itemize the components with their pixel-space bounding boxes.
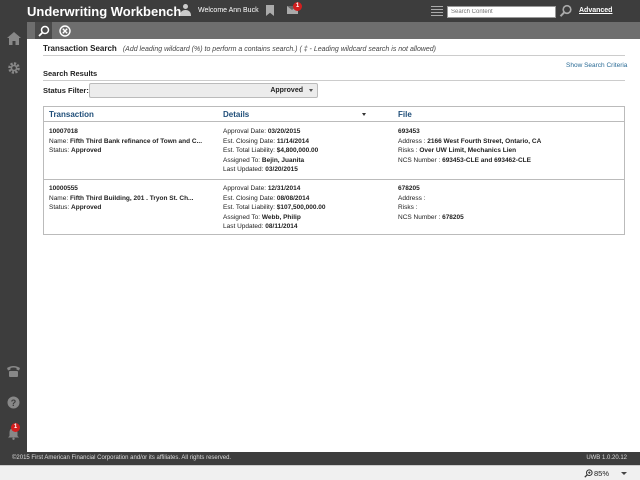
- home-icon[interactable]: [0, 24, 27, 52]
- transaction-id[interactable]: 10000555: [49, 184, 193, 194]
- close-circle-icon[interactable]: [56, 22, 73, 39]
- table-row[interactable]: 10007018 Name: Fifth Third Bank refinanc…: [44, 123, 624, 179]
- transaction-status: Status: Approved: [49, 147, 102, 155]
- ncs-number: NCS Number : 693453-CLE and 693462-CLE: [398, 156, 531, 164]
- show-search-criteria-link[interactable]: Show Search Criteria: [566, 62, 627, 69]
- results-table: Transaction Details File 10007018 Name: …: [43, 106, 625, 235]
- last-updated: Last Updated: 03/20/2015: [223, 166, 298, 174]
- file-address: Address : 2166 West Fourth Street, Ontar…: [398, 137, 542, 145]
- transaction-name: Name: Fifth Third Building, 201 . Tryon …: [49, 194, 194, 202]
- copyright-text: ©2015 First American Financial Corporati…: [12, 455, 232, 461]
- footer: ©2015 First American Financial Corporati…: [0, 452, 640, 465]
- file-address: Address :: [398, 194, 426, 202]
- left-rail: ? 1: [0, 22, 27, 452]
- svg-text:?: ?: [11, 398, 17, 408]
- user-icon: [180, 4, 191, 17]
- zoom-level: 85%: [594, 469, 610, 478]
- results-title: Search Results: [43, 69, 98, 78]
- file-number[interactable]: 678205: [398, 184, 464, 194]
- ncs-number: NCS Number : 678205: [398, 213, 464, 221]
- total-liability: Est. Total Liability: $4,800,000.00: [223, 147, 319, 155]
- transaction-id[interactable]: 10007018: [49, 127, 202, 137]
- phone-icon[interactable]: [0, 357, 27, 385]
- chevron-down-icon[interactable]: [621, 472, 627, 475]
- closing-date: Est. Closing Date: 08/08/2014: [223, 194, 310, 202]
- details-cell: Approval Date: 12/31/2014 Est. Closing D…: [223, 184, 326, 232]
- version-text: UWB 1.0.20.12: [586, 455, 627, 461]
- table-header: Transaction Details File: [44, 107, 624, 122]
- alert-badge: 1: [11, 423, 20, 432]
- transaction-cell: 10000555 Name: Fifth Third Building, 201…: [49, 184, 193, 213]
- last-updated: Last Updated: 08/11/2014: [223, 223, 298, 231]
- search-input[interactable]: [447, 6, 556, 18]
- details-cell: Approval Date: 03/20/2015 Est. Closing D…: [223, 127, 318, 175]
- search-button[interactable]: [35, 22, 52, 39]
- sort-caret-icon[interactable]: [362, 113, 366, 116]
- bookmark-icon[interactable]: [266, 5, 274, 16]
- assigned-to: Assigned To: Bejin, Juanita: [223, 156, 305, 164]
- zoom-icon[interactable]: [584, 469, 593, 478]
- column-header-transaction[interactable]: Transaction: [49, 110, 94, 119]
- main-content: Transaction Search (Add leading wildcard…: [27, 39, 640, 452]
- transaction-cell: 10007018 Name: Fifth Third Bank refinanc…: [49, 127, 202, 156]
- table-row[interactable]: 10000555 Name: Fifth Third Building, 201…: [44, 179, 624, 235]
- file-cell: 678205 Address : Risks : NCS Number : 67…: [398, 184, 464, 222]
- transaction-status: Status: Approved: [49, 204, 102, 212]
- page-title: Transaction Search: [43, 44, 117, 53]
- welcome-text: Welcome Ann Buck: [198, 7, 259, 14]
- search-hint: (Add leading wildcard (%) to perform a c…: [122, 46, 437, 53]
- status-filter-label: Status Filter:: [43, 86, 89, 95]
- search-icon[interactable]: [559, 4, 573, 18]
- help-icon[interactable]: ?: [0, 388, 27, 416]
- approval-date: Approval Date: 03/20/2015: [223, 128, 301, 135]
- column-header-details[interactable]: Details: [223, 110, 249, 119]
- total-liability: Est. Total Liability: $107,500,000.00: [223, 204, 326, 212]
- app-title: Underwriting Workbench: [27, 3, 182, 19]
- toolbar: [27, 22, 640, 39]
- approval-date: Approval Date: 12/31/2014: [223, 185, 301, 192]
- file-number[interactable]: 693453: [398, 127, 541, 137]
- advanced-search-link[interactable]: Advanced: [579, 7, 612, 14]
- user-area[interactable]: Welcome Ann Buck: [180, 4, 259, 17]
- status-filter-value: Approved: [270, 87, 303, 94]
- list-icon[interactable]: [431, 6, 443, 16]
- browser-status-bar: 85%: [0, 465, 640, 480]
- file-cell: 693453 Address : 2166 West Fourth Street…: [398, 127, 541, 165]
- top-bar: Underwriting Workbench Welcome Ann Buck …: [0, 0, 640, 22]
- divider: [43, 55, 625, 56]
- gear-icon[interactable]: [0, 54, 27, 82]
- closing-date: Est. Closing Date: 11/14/2014: [223, 137, 310, 145]
- chevron-down-icon: [309, 89, 313, 92]
- transaction-name: Name: Fifth Third Bank refinance of Town…: [49, 137, 203, 145]
- mail-badge: 1: [293, 2, 302, 11]
- divider: [43, 80, 625, 81]
- status-filter-select[interactable]: Approved: [89, 83, 318, 98]
- title-row: Transaction Search (Add leading wildcard…: [43, 44, 436, 53]
- assigned-to: Assigned To: Webb, Philip: [223, 213, 301, 221]
- file-risks: Risks :: [398, 204, 418, 212]
- file-risks: Risks : Over UW Limit, Mechanics Lien: [398, 147, 517, 155]
- column-header-file[interactable]: File: [398, 110, 412, 119]
